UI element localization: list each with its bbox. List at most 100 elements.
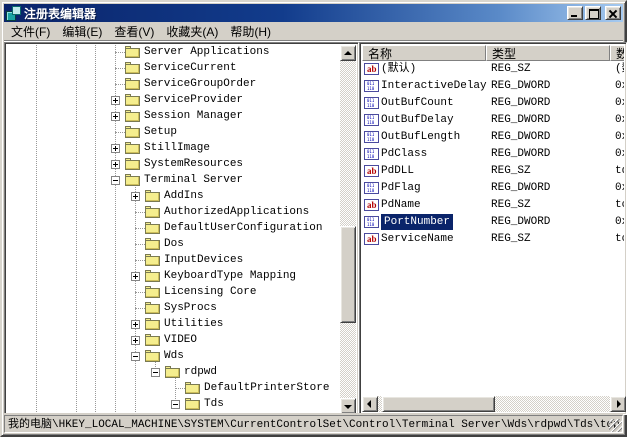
- expand-icon[interactable]: [111, 112, 120, 121]
- dword-value-icon: [364, 97, 379, 109]
- value-data: tc: [615, 231, 624, 247]
- value-type: REG_DWORD: [491, 112, 550, 128]
- tree-item-label: InputDevices: [162, 253, 245, 268]
- tree-item[interactable]: Wds: [7, 349, 342, 365]
- registry-value-row[interactable]: PdNameREG_SZtc: [362, 197, 624, 214]
- registry-value-row[interactable]: PdClassREG_DWORD0x: [362, 146, 624, 163]
- folder-tab: [125, 94, 131, 96]
- horizontal-scrollbar-thumb[interactable]: [382, 396, 495, 412]
- minimize-icon[interactable]: [567, 6, 583, 20]
- registry-value-row[interactable]: (默认)REG_SZ(数: [362, 61, 624, 78]
- value-name: PdClass: [381, 146, 427, 162]
- folder-tab: [125, 46, 131, 48]
- menu-item[interactable]: 帮助(H): [224, 21, 277, 42]
- tree-item[interactable]: AuthorizedApplications: [7, 205, 342, 221]
- registry-value-row[interactable]: InteractiveDelayREG_DWORD0x: [362, 78, 624, 95]
- registry-value-list[interactable]: (默认)REG_SZ(数InteractiveDelayREG_DWORD0xO…: [362, 61, 624, 396]
- scroll-left-icon[interactable]: [362, 396, 378, 412]
- tree-item[interactable]: AddIns: [7, 189, 342, 205]
- registry-tree[interactable]: Server ApplicationsServiceCurrentService…: [7, 45, 342, 414]
- tree-item[interactable]: Terminal Server: [7, 173, 342, 189]
- value-type: REG_SZ: [491, 231, 531, 247]
- registry-value-row[interactable]: PortNumberREG_DWORD0x: [362, 214, 624, 231]
- resize-grip-icon[interactable]: [609, 419, 622, 432]
- tree-item[interactable]: SystemResources: [7, 157, 342, 173]
- collapse-icon[interactable]: [131, 352, 140, 361]
- menu-item[interactable]: 查看(V): [108, 21, 160, 42]
- collapse-icon[interactable]: [111, 176, 120, 185]
- values-panel[interactable]: 名称 类型 数 (默认)REG_SZ(数InteractiveDelayREG_…: [359, 42, 627, 415]
- vertical-scrollbar-thumb[interactable]: [340, 226, 356, 323]
- folder-icon: [125, 176, 140, 186]
- title-bar[interactable]: 注册表编辑器: [4, 4, 623, 22]
- folder-icon: [145, 304, 160, 314]
- registry-value-row[interactable]: OutBufCountREG_DWORD0x: [362, 95, 624, 112]
- expand-icon[interactable]: [131, 272, 140, 281]
- tree-item[interactable]: InputDevices: [7, 253, 342, 269]
- scroll-right-icon[interactable]: [610, 396, 626, 412]
- window-controls: [567, 6, 623, 20]
- tree-item[interactable]: Utilities: [7, 317, 342, 333]
- folder-tab: [125, 110, 131, 112]
- tree-item-label: SystemResources: [142, 157, 245, 172]
- scroll-up-icon[interactable]: [340, 45, 356, 61]
- tree-item[interactable]: VIDEO: [7, 333, 342, 349]
- tree-item-label: KeyboardType Mapping: [162, 269, 298, 284]
- column-header-data[interactable]: 数: [610, 45, 624, 61]
- value-data: 0x: [615, 180, 624, 196]
- expand-icon[interactable]: [111, 160, 120, 169]
- list-horizontal-scrollbar[interactable]: [362, 396, 626, 412]
- folder-icon: [125, 128, 140, 138]
- folder-icon: [145, 288, 160, 298]
- menu-item[interactable]: 文件(F): [5, 21, 56, 42]
- tree-item[interactable]: DefaultUserConfiguration: [7, 221, 342, 237]
- tree-item[interactable]: DefaultPrinterStore: [7, 381, 342, 397]
- tree-item[interactable]: rdpwd: [7, 365, 342, 381]
- registry-value-row[interactable]: OutBufDelayREG_DWORD0x: [362, 112, 624, 129]
- tree-item[interactable]: ServiceProvider: [7, 93, 342, 109]
- expand-icon[interactable]: [111, 144, 120, 153]
- folder-tab: [145, 254, 151, 256]
- tree-item[interactable]: Dos: [7, 237, 342, 253]
- collapse-icon[interactable]: [151, 368, 160, 377]
- tree-item[interactable]: Tds: [7, 397, 342, 413]
- menu-item[interactable]: 收藏夹(A): [160, 21, 224, 42]
- registry-value-row[interactable]: PdFlagREG_DWORD0x: [362, 180, 624, 197]
- tree-item[interactable]: ServiceCurrent: [7, 61, 342, 77]
- folder-tab: [125, 62, 131, 64]
- tree-item-label: VIDEO: [162, 333, 199, 348]
- column-header-type[interactable]: 类型: [486, 45, 610, 61]
- close-icon[interactable]: [605, 6, 621, 20]
- folder-icon: [145, 256, 160, 266]
- expand-icon[interactable]: [131, 336, 140, 345]
- maximize-icon[interactable]: [585, 6, 601, 20]
- tree-item-label: SysProcs: [162, 301, 219, 316]
- expand-icon[interactable]: [131, 192, 140, 201]
- column-header-name[interactable]: 名称: [362, 45, 486, 61]
- tree-item[interactable]: Session Manager: [7, 109, 342, 125]
- tree-item[interactable]: Setup: [7, 125, 342, 141]
- scroll-down-icon[interactable]: [340, 398, 356, 414]
- registry-value-row[interactable]: PdDLLREG_SZtd: [362, 163, 624, 180]
- value-data: 0x: [615, 78, 624, 94]
- registry-value-row[interactable]: ServiceNameREG_SZtc: [362, 231, 624, 248]
- expand-icon[interactable]: [131, 320, 140, 329]
- folder-tab: [165, 366, 171, 368]
- tree-item-label: AuthorizedApplications: [162, 205, 311, 220]
- collapse-icon[interactable]: [171, 400, 180, 409]
- registry-value-row[interactable]: OutBufLengthREG_DWORD0x: [362, 129, 624, 146]
- tree-item[interactable]: Server Applications: [7, 45, 342, 61]
- tree-item[interactable]: ServiceGroupOrder: [7, 77, 342, 93]
- tree-item[interactable]: SysProcs: [7, 301, 342, 317]
- value-name: PortNumber: [381, 214, 453, 230]
- menu-item[interactable]: 编辑(E): [56, 21, 108, 42]
- value-type: REG_DWORD: [491, 146, 550, 162]
- expand-icon[interactable]: [111, 96, 120, 105]
- tree-item[interactable]: StillImage: [7, 141, 342, 157]
- tree-item[interactable]: KeyboardType Mapping: [7, 269, 342, 285]
- regedit-app-icon[interactable]: [6, 6, 20, 20]
- tree-vertical-scrollbar[interactable]: [340, 45, 356, 414]
- tree-item[interactable]: Licensing Core: [7, 285, 342, 301]
- tree-item-label: AddIns: [162, 189, 206, 204]
- tree-panel[interactable]: Server ApplicationsServiceCurrentService…: [4, 42, 359, 415]
